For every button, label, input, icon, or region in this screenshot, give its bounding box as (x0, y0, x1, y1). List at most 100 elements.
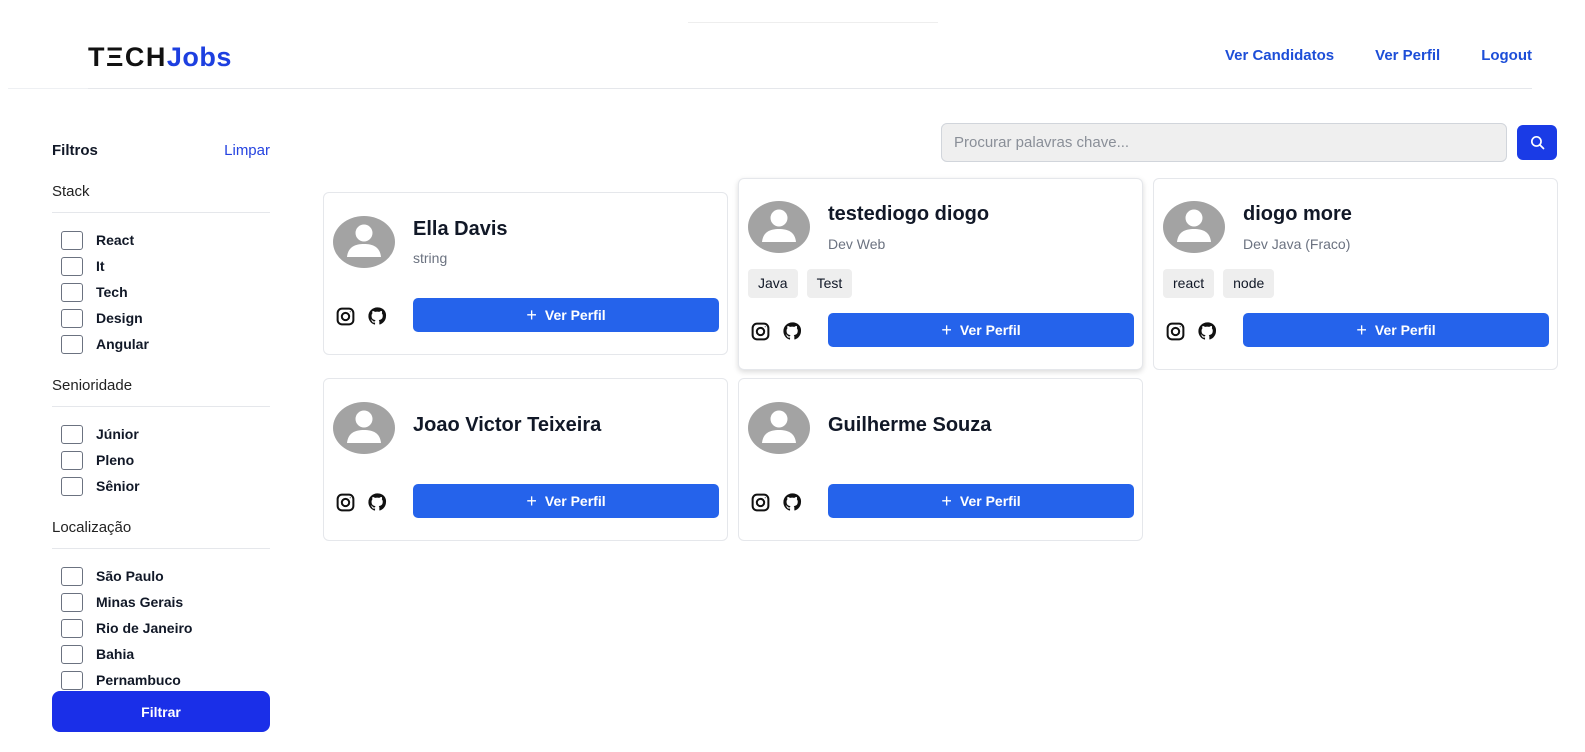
checkbox[interactable] (61, 670, 83, 690)
view-profile-button[interactable]: + Ver Perfil (828, 484, 1134, 518)
filter-option-rio-de-janeiro[interactable]: Rio de Janeiro (52, 615, 270, 641)
github-icon[interactable] (367, 306, 388, 327)
filter-option-angular[interactable]: Angular (52, 331, 270, 357)
filter-option-senior[interactable]: Sênior (52, 473, 270, 499)
candidate-role: string (413, 250, 448, 266)
clear-filters-link[interactable]: Limpar (224, 142, 270, 159)
checkbox[interactable] (61, 450, 83, 470)
option-label: Minas Gerais (96, 594, 184, 610)
skill-tag: node (1223, 269, 1275, 298)
filter-option-react[interactable]: React (52, 227, 270, 253)
github-icon[interactable] (782, 492, 803, 513)
filters-title: Filtros (52, 141, 98, 159)
github-icon[interactable] (367, 492, 388, 513)
instagram-icon[interactable] (750, 492, 771, 513)
checkbox[interactable] (61, 618, 83, 638)
candidate-card: Joao Victor Teixeira + Ver Perfil (323, 378, 728, 541)
nav-logout[interactable]: Logout (1481, 47, 1532, 64)
filter-option-it[interactable]: It (52, 253, 270, 279)
social-icons (750, 321, 803, 342)
option-label: Sênior (96, 478, 140, 494)
view-profile-button[interactable]: + Ver Perfil (413, 484, 719, 518)
instagram-icon[interactable] (335, 492, 356, 513)
candidate-role: Dev Java (Fraco) (1243, 236, 1351, 252)
skill-tag: react (1163, 269, 1215, 298)
skill-tags: react node (1163, 269, 1275, 298)
filters-sidebar: Filtros Limpar Stack React It Tech Desig… (52, 138, 270, 732)
option-label: React (96, 232, 135, 248)
checkbox[interactable] (61, 282, 83, 302)
plus-icon: + (526, 491, 537, 511)
view-profile-button[interactable]: + Ver Perfil (1243, 313, 1549, 347)
candidate-card: diogo more Dev Java (Fraco) react node +… (1153, 178, 1558, 370)
social-icons (1165, 321, 1218, 342)
candidate-name: Ella Davis (413, 218, 508, 240)
logo[interactable]: TΞCHJobs (88, 42, 232, 73)
skill-tag: Test (806, 269, 853, 298)
candidate-name: diogo more (1243, 203, 1352, 225)
option-label: Bahia (96, 646, 135, 662)
instagram-icon[interactable] (335, 306, 356, 327)
filter-option-design[interactable]: Design (52, 305, 270, 331)
section-title-senioridade: Senioridade (52, 377, 270, 407)
filter-option-minas-gerais[interactable]: Minas Gerais (52, 589, 270, 615)
github-icon[interactable] (782, 321, 803, 342)
option-label: It (96, 258, 105, 274)
instagram-icon[interactable] (750, 321, 771, 342)
nav-ver-candidatos[interactable]: Ver Candidatos (1225, 47, 1334, 64)
checkbox[interactable] (61, 476, 83, 496)
view-profile-label: Ver Perfil (959, 493, 1021, 509)
filter-option-sao-paulo[interactable]: São Paulo (52, 563, 270, 589)
skill-tags: Java Test (748, 269, 853, 298)
nav-ver-perfil[interactable]: Ver Perfil (1375, 47, 1440, 64)
option-label: Tech (96, 284, 128, 300)
checkbox[interactable] (61, 308, 83, 328)
header-divider (8, 88, 88, 89)
filter-button[interactable]: Filtrar (52, 691, 270, 732)
instagram-icon[interactable] (1165, 321, 1186, 342)
social-icons (335, 306, 388, 327)
checkbox[interactable] (61, 424, 83, 444)
search-button[interactable] (1517, 125, 1557, 160)
filter-option-bahia[interactable]: Bahia (52, 641, 270, 667)
checkbox[interactable] (61, 230, 83, 250)
avatar-icon (748, 201, 810, 253)
plus-icon: + (941, 320, 952, 340)
view-profile-label: Ver Perfil (959, 322, 1021, 338)
section-title-stack: Stack (52, 183, 270, 213)
avatar-icon (748, 402, 810, 454)
option-label: Angular (96, 336, 149, 352)
avatar-icon (333, 402, 395, 454)
option-label: São Paulo (96, 568, 164, 584)
skill-tag: Java (748, 269, 798, 298)
filter-option-pleno[interactable]: Pleno (52, 447, 270, 473)
github-icon[interactable] (1197, 321, 1218, 342)
filter-option-junior[interactable]: Júnior (52, 421, 270, 447)
option-label: Pernambuco (96, 672, 181, 688)
candidate-name: testediogo diogo (828, 203, 990, 225)
location-options: São Paulo Minas Gerais Rio de Janeiro Ba… (52, 549, 270, 693)
option-label: Júnior (96, 426, 139, 442)
app-header: TΞCHJobs Ver Candidatos Ver Perfil Logou… (88, 28, 1532, 89)
view-profile-label: Ver Perfil (544, 307, 606, 323)
option-label: Design (96, 310, 143, 326)
top-divider (688, 22, 938, 23)
option-label: Rio de Janeiro (96, 620, 193, 636)
candidate-name: Joao Victor Teixeira (413, 414, 602, 436)
filter-option-tech[interactable]: Tech (52, 279, 270, 305)
candidate-name: Guilherme Souza (828, 414, 992, 436)
view-profile-button[interactable]: + Ver Perfil (828, 313, 1134, 347)
checkbox[interactable] (61, 644, 83, 664)
checkbox[interactable] (61, 592, 83, 612)
stack-options: React It Tech Design Angular (52, 213, 270, 357)
checkbox[interactable] (61, 566, 83, 586)
filter-option-pernambuco[interactable]: Pernambuco (52, 667, 270, 693)
avatar-icon (1163, 201, 1225, 253)
checkbox[interactable] (61, 334, 83, 354)
section-title-localizacao: Localização (52, 519, 270, 549)
option-label: Pleno (96, 452, 135, 468)
checkbox[interactable] (61, 256, 83, 276)
search-input[interactable] (941, 123, 1507, 162)
view-profile-button[interactable]: + Ver Perfil (413, 298, 719, 332)
candidate-card: Ella Davis string + Ver Perfil (323, 192, 728, 355)
